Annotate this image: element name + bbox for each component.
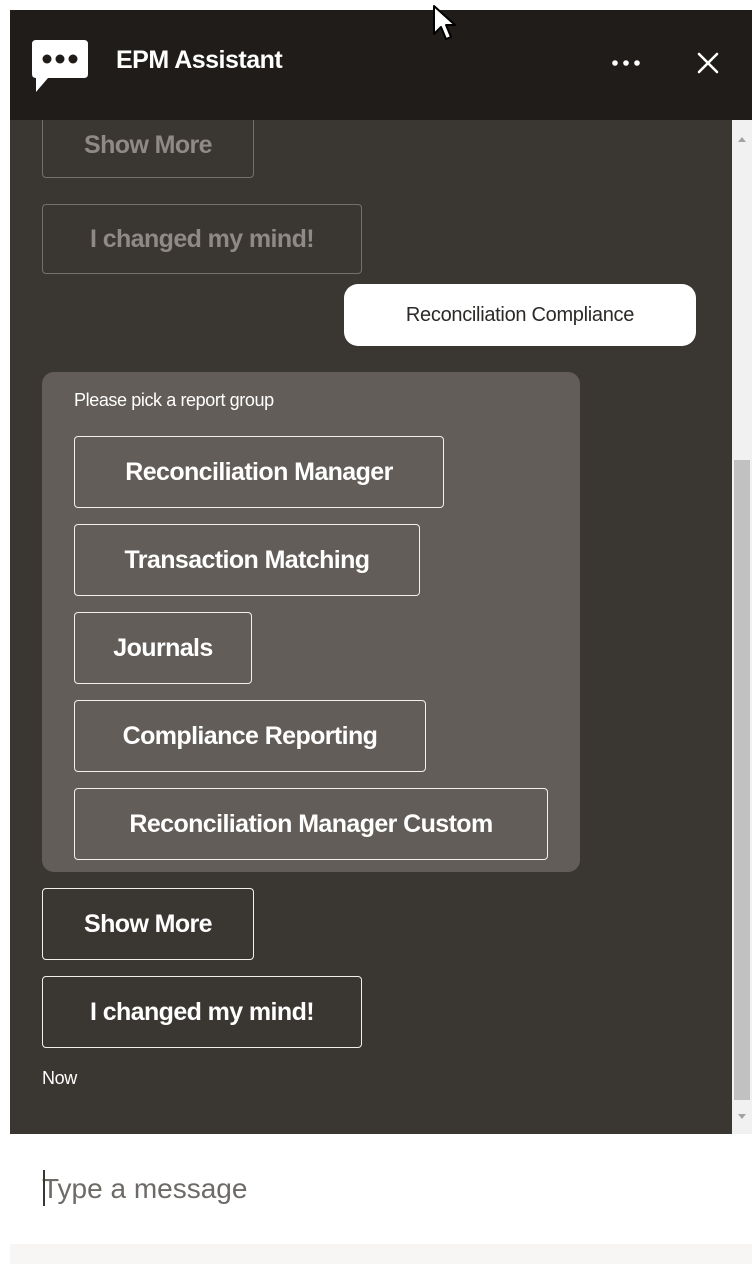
scroll-down-arrow-icon[interactable] xyxy=(732,1106,752,1126)
scrollbar-thumb[interactable] xyxy=(734,460,750,1100)
chat-bubble-icon xyxy=(30,38,90,94)
conversation-scrollbar[interactable] xyxy=(732,120,752,1134)
composer-footer xyxy=(10,1244,752,1264)
show-more-button[interactable]: Show More xyxy=(42,888,254,960)
bot-prompt-text: Please pick a report group xyxy=(74,390,274,410)
message-composer xyxy=(10,1134,752,1264)
assistant-window: EPM Assistant Show More I changed my min… xyxy=(10,10,752,1264)
assistant-title: EPM Assistant xyxy=(116,46,283,74)
more-horizontal-icon xyxy=(612,60,640,66)
previous-changed-mind-button[interactable]: I changed my mind! xyxy=(42,204,362,274)
option-reconciliation-manager[interactable]: Reconciliation Manager xyxy=(74,436,444,508)
conversation-area: Show More I changed my mind! Reconciliat… xyxy=(10,120,752,1134)
bot-message-card: Please pick a report group Reconciliatio… xyxy=(42,372,580,872)
scroll-up-arrow-icon[interactable] xyxy=(732,130,752,150)
option-journals[interactable]: Journals xyxy=(74,612,252,684)
user-message-bubble: Reconciliation Compliance xyxy=(344,284,696,346)
changed-mind-button[interactable]: I changed my mind! xyxy=(42,976,362,1048)
message-timestamp: Now xyxy=(42,1068,77,1088)
more-options-button[interactable] xyxy=(606,40,650,84)
text-caret xyxy=(43,1170,45,1206)
close-icon xyxy=(697,52,719,74)
header-bar: EPM Assistant xyxy=(10,10,752,120)
message-input[interactable] xyxy=(42,1164,702,1214)
option-compliance-reporting[interactable]: Compliance Reporting xyxy=(74,700,426,772)
option-reconciliation-manager-custom[interactable]: Reconciliation Manager Custom xyxy=(74,788,548,860)
close-button[interactable] xyxy=(684,40,728,84)
option-transaction-matching[interactable]: Transaction Matching xyxy=(74,524,420,596)
mouse-pointer-icon xyxy=(432,4,458,44)
previous-show-more-button[interactable]: Show More xyxy=(42,120,254,178)
